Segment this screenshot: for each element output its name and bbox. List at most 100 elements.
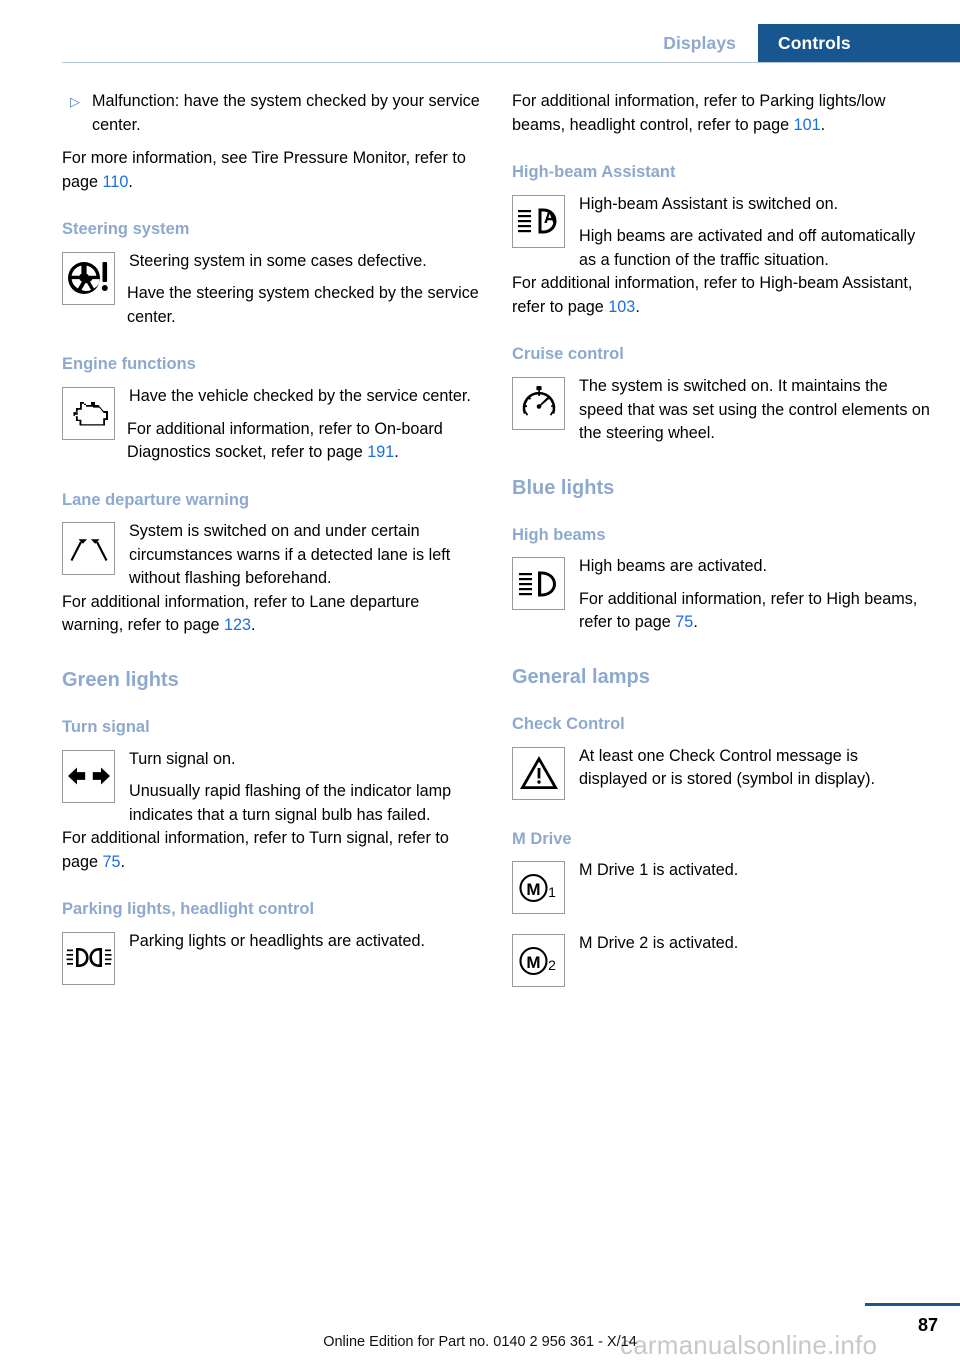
warning-triangle-icon	[512, 746, 565, 800]
symbol-block-high-beams: High beams are activated. For additional…	[512, 555, 930, 635]
steering-symbol-text: Steering system in some cases defective.	[129, 250, 480, 274]
tab-displays[interactable]: Displays	[645, 24, 758, 62]
check-control-symbol-text: At least one Check Control message is di…	[579, 745, 930, 792]
m-drive-2-text: M Drive 2 is activated.	[579, 932, 930, 956]
symbol-block-m-drive-2: M 2 M Drive 2 is activated.	[512, 932, 930, 991]
svg-text:M: M	[526, 880, 540, 899]
symbol-block-high-beam-assistant: High-beam Assistant is switched on. High…	[512, 193, 930, 273]
parking-lights-symbol-text: Parking lights or headlights are activat…	[129, 930, 480, 954]
turn-signal-text-after: .	[120, 852, 126, 871]
symbol-block-lane-departure: System is switched on and under certain …	[62, 520, 480, 591]
turn-signal-arrows-icon	[62, 749, 115, 803]
heading-blue-lights: Blue lights	[512, 476, 615, 499]
high-beams-ref-before: For additional information, refer to Hig…	[579, 589, 918, 632]
engine-symbol-text: Have the vehicle checked by the service …	[129, 385, 480, 409]
parking-ref-after: .	[820, 115, 826, 134]
tpm-text-after: .	[128, 172, 133, 191]
symbol-block-cruise-control: The system is switched on. It maintains …	[512, 375, 930, 446]
symbol-block-turn-signal: Turn signal on. Unusually rapid flashing…	[62, 748, 480, 828]
steering-line-2: Have the steering system checked by the …	[127, 284, 479, 326]
footer-accent-rule	[865, 1303, 960, 1306]
turn-signal-line-1: Turn signal on.	[129, 749, 236, 768]
page-link-75-left[interactable]: 75	[103, 853, 121, 871]
turn-signal-symbol-text: Turn signal on. Unusually rapid flashing…	[129, 748, 480, 828]
engine-line-2: For additional information, refer to On-…	[62, 418, 480, 465]
turn-signal-line-2: Unusually rapid flashing of the indicato…	[129, 782, 452, 824]
lane-departure-reference: For additional information, refer to Lan…	[62, 591, 480, 638]
heading-parking-lights: Parking lights, headlight control	[62, 900, 315, 919]
triangle-bullet-icon: ▷	[70, 94, 80, 109]
page-link-110[interactable]: 110	[103, 173, 129, 191]
engine-line-1: Have the vehicle checked by the service …	[129, 387, 471, 406]
heading-high-beams: High beams	[512, 525, 606, 544]
m-drive-1-text: M Drive 1 is activated.	[579, 859, 930, 883]
engine-text-after: .	[394, 443, 399, 462]
m-drive-line-1: M Drive 1 is activated.	[579, 861, 739, 880]
m-drive-1-icon: M 1	[512, 861, 565, 915]
hba-line-1: High-beam Assistant is switched on.	[579, 194, 839, 213]
left-column: ▷ Malfunction: have the system checked b…	[62, 90, 480, 989]
engine-check-icon	[62, 387, 115, 441]
page-number: 87	[917, 1315, 938, 1335]
cruise-control-gauge-icon	[512, 377, 565, 431]
parking-lights-line-1: Parking lights or headlights are activat…	[129, 931, 426, 950]
heading-lane-departure-warning: Lane departure warning	[62, 490, 250, 509]
hba-ref-before: For additional information, refer to Hig…	[512, 274, 913, 316]
high-beam-assistant-icon	[512, 194, 565, 248]
heading-general-lamps: General lamps	[512, 665, 650, 688]
bullet-item-malfunction: ▷ Malfunction: have the system checked b…	[62, 90, 480, 137]
footer-edition-text: Online Edition for Part no. 0140 2 956 3…	[323, 1334, 637, 1350]
page-link-191[interactable]: 191	[367, 443, 394, 461]
header-tabs: Displays Controls	[645, 24, 960, 62]
heading-steering-system: Steering system	[62, 220, 190, 238]
page-header: Displays Controls	[0, 0, 960, 63]
page-link-75-right[interactable]: 75	[675, 613, 693, 631]
parking-ref-before: For additional information, refer to Par…	[512, 92, 886, 134]
heading-high-beam-assistant: High-beam Assistant	[512, 163, 676, 181]
page-link-101[interactable]: 101	[794, 116, 821, 134]
parking-lights-reference: For additional information, refer to Par…	[512, 90, 930, 137]
right-column: For additional information, refer to Par…	[512, 90, 930, 991]
m-drive-2-icon: M 2	[512, 934, 565, 988]
heading-green-lights: Green lights	[62, 668, 179, 691]
heading-turn-signal: Turn signal	[62, 717, 150, 736]
high-beams-line-1: High beams are activated.	[579, 557, 768, 576]
symbol-block-parking-lights: Parking lights or headlights are activat…	[62, 930, 480, 989]
lane-departure-line-1: System is switched on and under certain …	[129, 522, 451, 588]
hba-line-2: High beams are activated and off automat…	[579, 227, 916, 269]
heading-check-control: Check Control	[512, 714, 625, 733]
lane-departure-symbol-text: System is switched on and under certain …	[129, 520, 480, 591]
header-divider	[62, 62, 960, 63]
page-link-103[interactable]: 103	[608, 298, 635, 316]
high-beam-assistant-symbol-text: High-beam Assistant is switched on. High…	[579, 193, 930, 273]
steering-wheel-warning-icon	[62, 251, 115, 305]
tab-controls[interactable]: Controls	[758, 24, 960, 62]
lane-departure-icon	[62, 522, 115, 576]
svg-text:2: 2	[548, 957, 556, 973]
cruise-control-symbol-text: The system is switched on. It maintains …	[579, 375, 930, 446]
heading-m-drive: M Drive	[512, 829, 572, 848]
hba-ref-after: .	[635, 297, 640, 316]
bullet-text: Malfunction: have the system checked by …	[92, 92, 480, 134]
heading-cruise-control: Cruise control	[512, 345, 624, 364]
high-beams-line-2: For additional information, refer to Hig…	[579, 588, 930, 635]
svg-text:M: M	[526, 953, 540, 972]
page-link-123[interactable]: 123	[224, 616, 251, 634]
symbol-block-check-control: At least one Check Control message is di…	[512, 745, 930, 804]
high-beams-ref-after: .	[693, 613, 698, 632]
tire-pressure-reference: For more information, see Tire Pressure …	[62, 147, 480, 194]
svg-text:1: 1	[548, 884, 556, 900]
symbol-block-engine: Have the vehicle checked by the service …	[62, 385, 480, 465]
m-drive-line-2: M Drive 2 is activated.	[579, 934, 739, 953]
lane-text-after: .	[251, 616, 256, 635]
symbol-block-m-drive-1: M 1 M Drive 1 is activated.	[512, 859, 930, 918]
turn-signal-reference: For additional information, refer to Tur…	[62, 827, 480, 874]
cruise-line-1: The system is switched on. It maintains …	[579, 377, 930, 443]
parking-lights-icon	[62, 931, 115, 985]
high-beam-assistant-reference: For additional information, refer to Hig…	[512, 272, 930, 319]
high-beams-symbol-text: High beams are activated. For additional…	[579, 555, 930, 635]
symbol-block-steering: Steering system in some cases defective.…	[62, 250, 480, 330]
heading-engine-functions: Engine functions	[62, 355, 196, 374]
steering-line-1: Steering system in some cases defective.	[129, 251, 427, 270]
high-beams-icon	[512, 557, 565, 611]
